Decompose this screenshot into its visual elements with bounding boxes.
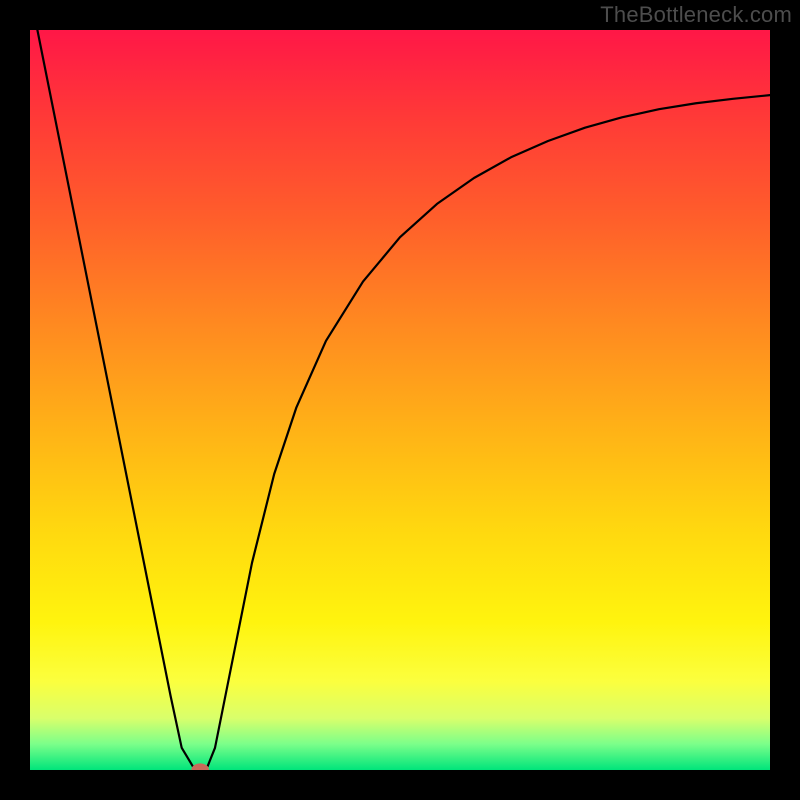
gradient-background [30, 30, 770, 770]
plot-area [30, 30, 770, 770]
plot-svg [30, 30, 770, 770]
chart-container: TheBottleneck.com [0, 0, 800, 800]
watermark-text: TheBottleneck.com [600, 2, 792, 28]
